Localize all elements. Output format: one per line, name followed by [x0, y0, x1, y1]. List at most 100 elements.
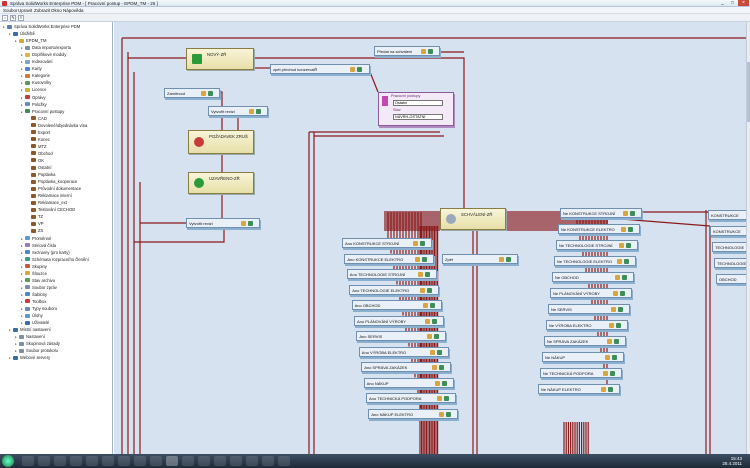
ne-transition[interactable]: Ne VÝROBA ELEKTRO — [546, 320, 628, 330]
expand-icon[interactable]: ▸ — [21, 102, 24, 108]
expand-icon[interactable]: ▸ — [21, 95, 24, 101]
taskbar-app-icon[interactable] — [150, 456, 162, 466]
expand-icon[interactable]: ▸ — [21, 66, 24, 72]
expand-icon[interactable]: ▸ — [9, 31, 12, 37]
expand-icon[interactable]: ▸ — [21, 109, 24, 115]
ne-transition[interactable]: Ne SPRÁVA ZAKÁZEK — [544, 336, 626, 346]
menu-napoveda[interactable]: Nápověda — [63, 8, 84, 13]
maximize-button[interactable]: □ — [728, 0, 737, 6]
taskbar-app-icon[interactable] — [278, 456, 290, 466]
taskbar-app-icon[interactable] — [102, 456, 114, 466]
ano-transition[interactable]: Ano TECHNICKÁ PODPORA — [366, 393, 456, 403]
ano-transition[interactable]: Ano KONSTRUKCE STROJNÍ — [342, 238, 432, 248]
tree-item[interactable]: ▸ Úlohy — [21, 313, 43, 319]
properties-icon[interactable]: ≡ — [18, 15, 24, 21]
tree-item[interactable]: ▸ Indexování — [21, 59, 53, 65]
ne-transition[interactable]: Ne PLÁNOVÁNÍ VÝROBY — [550, 288, 632, 298]
expand-icon[interactable]: ▸ — [21, 306, 24, 312]
tree-item[interactable]: ▸ Oprávy — [21, 95, 46, 101]
right-transition[interactable]: OBCHOD — [716, 274, 750, 284]
ano-transition[interactable]: Ano TECHNOLOGIE ELEKTRO — [349, 284, 440, 295]
transition-zpet[interactable]: zpět přechod konzervalŘ — [270, 64, 370, 74]
expand-icon[interactable]: ▸ — [21, 278, 24, 284]
taskbar-app-icon[interactable] — [214, 456, 226, 466]
tree-item[interactable]: ▸ Proměnné — [21, 236, 51, 242]
tree-item[interactable]: Průvodní dokumentace — [27, 186, 81, 192]
taskbar-app-icon[interactable] — [70, 456, 82, 466]
expand-icon[interactable]: ▸ — [21, 250, 24, 256]
expand-icon[interactable]: ▸ — [21, 264, 24, 270]
taskbar-pdf-icon[interactable] — [54, 456, 66, 466]
tree-item[interactable]: ▸ Nastavení — [15, 334, 45, 340]
tree-item[interactable]: ▸ Typy souboru — [21, 306, 57, 312]
tree-item[interactable]: ▸ Pracovní postupy — [21, 109, 64, 115]
expand-icon[interactable]: ▸ — [15, 341, 18, 347]
tree-item[interactable]: ▸ Kusovníky — [21, 80, 51, 86]
ano-transition[interactable]: Ano KONSTRUKCE ELEKTRO — [344, 253, 435, 264]
tree-item[interactable]: TZ — [27, 214, 43, 220]
tree-item[interactable]: ▸ Uživatelé — [21, 320, 49, 326]
state-schvaleni[interactable]: SCHVÁLENÍ-ZŘ — [440, 208, 506, 230]
ano-transition[interactable]: Ano TECHNOLOGIE STROJNÍ — [346, 269, 437, 279]
new-icon[interactable]: ▫ — [2, 15, 8, 21]
menu-zobrazit[interactable]: Zobrazit — [34, 8, 50, 13]
taskbar-app-icon[interactable] — [262, 456, 274, 466]
ano-transition[interactable]: Ano SPRÁVA ZAKÁZEK — [361, 362, 452, 372]
transition-zamitnout[interactable]: Zamítnout — [164, 88, 220, 98]
menu-soubor[interactable]: Soubor — [3, 8, 18, 13]
tree-item[interactable]: ▸ EPDM_TM — [15, 38, 46, 44]
taskbar-app-icon[interactable] — [182, 456, 194, 466]
tree-item[interactable]: OK — [27, 158, 44, 164]
taskbar-app-icon[interactable] — [230, 456, 242, 466]
expand-icon[interactable]: ▸ — [21, 271, 24, 277]
tree-item[interactable]: ▸ Šablony — [21, 292, 47, 298]
tree-item[interactable]: Reklamace_ext — [27, 200, 67, 206]
ne-transition[interactable]: Ne SERVIS — [548, 304, 630, 314]
ano-transition[interactable]: Ano PLÁNOVÁNÍ VÝROBY — [354, 315, 444, 326]
taskbar-pdm-icon[interactable] — [166, 456, 178, 466]
ne-transition[interactable]: Ne NÁKUP ELEKTRO — [538, 384, 620, 394]
taskbar-app-icon[interactable] — [198, 456, 210, 466]
ano-transition[interactable]: Ano NÁKUP ELEKTRO — [368, 408, 459, 419]
expand-icon[interactable]: ▸ — [21, 257, 24, 263]
tree-item[interactable]: ▸ Seznamy (pro karty) — [21, 250, 70, 256]
taskbar-media-icon[interactable] — [38, 456, 50, 466]
tree-item[interactable]: ▸ Šlouzce — [21, 271, 47, 277]
right-transition[interactable]: KONSTRUKCE — [708, 210, 750, 220]
expand-icon[interactable]: ▸ — [9, 327, 12, 333]
expand-icon[interactable]: ▸ — [15, 348, 18, 354]
tree-item[interactable]: ▸ Toolbox — [21, 299, 46, 305]
ano-transition[interactable]: Ano OBCHOD — [351, 300, 442, 310]
tree-item[interactable]: CAD — [27, 116, 47, 122]
taskbar-clock[interactable]: 15:43 28.4.2011 — [722, 456, 742, 466]
right-transition[interactable]: TECHNOLOGIE — [712, 242, 750, 252]
ne-transition[interactable]: Ne KONSTRUKCE ELEKTRO — [558, 224, 640, 234]
tree-item[interactable]: Poptávka_kooperace — [27, 179, 77, 185]
ne-transition[interactable]: Ne TECHNOLOGIE ELEKTRO — [554, 256, 636, 266]
expand-icon[interactable]: ▸ — [21, 320, 24, 326]
condition-state-select[interactable]: NÁVRH-OSTATNÍ — [393, 114, 443, 120]
tree-item[interactable]: ▸ Schémata rozpracního členění — [21, 257, 89, 263]
ne-transition[interactable]: Ne KONSTRUKCE STROJNÍ — [560, 208, 642, 218]
menu-okno[interactable]: Okno — [51, 8, 62, 13]
expand-icon[interactable]: ▸ — [21, 52, 24, 58]
tree-item[interactable]: Ostatní — [27, 165, 52, 171]
taskbar-app-icon[interactable] — [118, 456, 130, 466]
ne-transition[interactable]: Ne TECHNICKÁ PODPORA — [540, 368, 622, 378]
tree-item[interactable]: ▸ Položky — [21, 102, 47, 108]
tree-item[interactable]: ▸ Licence — [21, 87, 46, 93]
transition-vytvorit-2[interactable]: Vytvořit revizi — [186, 218, 260, 228]
taskbar-app-icon[interactable] — [246, 456, 258, 466]
taskbar-app-icon[interactable] — [86, 456, 98, 466]
expand-icon[interactable]: ▸ — [21, 45, 24, 51]
state-uzavreno[interactable]: UZAVŘENO-ZŘ — [188, 172, 254, 194]
ne-transition[interactable]: Ne TECHNOLOGIE STROJNÍ — [556, 240, 638, 250]
vertical-scrollbar[interactable] — [746, 22, 750, 454]
right-transition[interactable]: TECHNOLOGIE — [714, 258, 750, 268]
minimize-button[interactable]: _ — [718, 0, 727, 6]
menu-upravit[interactable]: Upravit — [18, 8, 32, 13]
tree-item[interactable]: ▸ Webové servery — [9, 355, 50, 361]
tree-item[interactable]: Testování CECHOD — [27, 207, 75, 213]
taskbar-explorer-icon[interactable] — [22, 456, 34, 466]
expand-icon[interactable]: ▸ — [21, 80, 24, 86]
